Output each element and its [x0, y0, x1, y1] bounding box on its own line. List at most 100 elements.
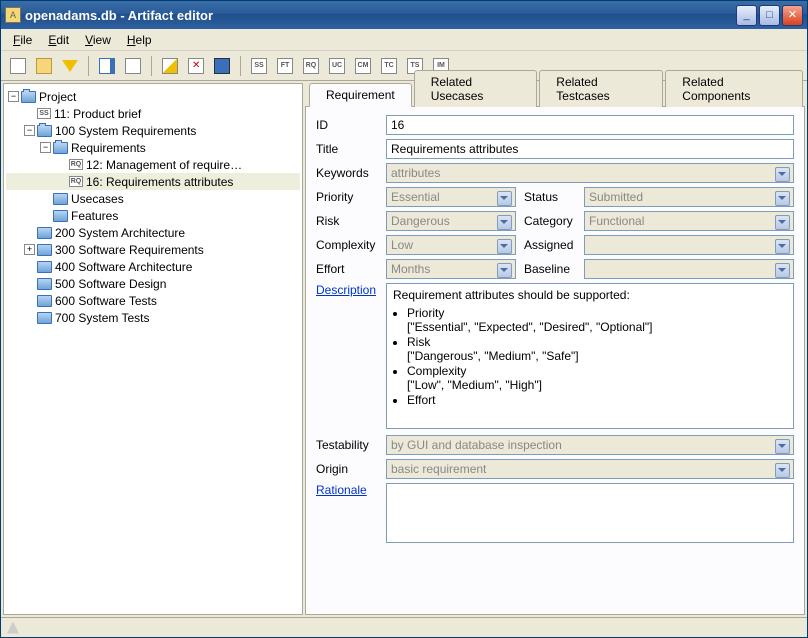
- main-area: − Project SS 11: Product brief − 100 Sys…: [1, 81, 807, 617]
- select-origin[interactable]: basic requirement: [386, 459, 794, 479]
- tree-label: Project: [39, 90, 76, 104]
- minimize-button[interactable]: _: [736, 5, 757, 26]
- tree-item[interactable]: RQ 12: Management of require…: [6, 156, 300, 173]
- tree-label: Features: [71, 209, 118, 223]
- tool-uc[interactable]: UC: [326, 55, 348, 77]
- desc-lead: Requirement attributes should be support…: [393, 288, 630, 302]
- select-category[interactable]: Functional: [584, 211, 794, 231]
- tool-doc2[interactable]: [122, 55, 144, 77]
- description-box[interactable]: Requirement attributes should be support…: [386, 283, 794, 429]
- rq-badge-icon: RQ: [69, 159, 83, 170]
- tool-open[interactable]: [33, 55, 55, 77]
- tree-item[interactable]: Usecases: [6, 190, 300, 207]
- tree-item[interactable]: 700 System Tests: [6, 309, 300, 326]
- tool-ss[interactable]: SS: [248, 55, 270, 77]
- tool-rq[interactable]: RQ: [300, 55, 322, 77]
- menu-help[interactable]: Help: [119, 31, 160, 49]
- form-body: ID Title Keywords attributes Priority Es…: [305, 107, 805, 615]
- tree-item[interactable]: 600 Software Tests: [6, 292, 300, 309]
- doc-plain-icon: [125, 58, 141, 74]
- tree-item[interactable]: 200 System Architecture: [6, 224, 300, 241]
- toolbar-sep: [88, 56, 89, 76]
- tree-panel[interactable]: − Project SS 11: Product brief − 100 Sys…: [3, 83, 303, 615]
- tree-label: 11: Product brief: [54, 107, 141, 121]
- label-keywords: Keywords: [316, 166, 386, 180]
- label-origin: Origin: [316, 462, 386, 476]
- tree-root[interactable]: − Project: [6, 88, 300, 105]
- doc-open-icon: [36, 58, 52, 74]
- tree-item[interactable]: − 100 System Requirements: [6, 122, 300, 139]
- select-value: Dangerous: [391, 214, 450, 228]
- tree-item[interactable]: 400 Software Architecture: [6, 258, 300, 275]
- input-id[interactable]: [386, 115, 794, 135]
- app-icon: A: [5, 7, 21, 23]
- folder-icon: [53, 142, 68, 154]
- ft-icon: FT: [277, 58, 293, 74]
- select-priority[interactable]: Essential: [386, 187, 516, 207]
- input-title[interactable]: [386, 139, 794, 159]
- expander-icon[interactable]: +: [24, 244, 35, 255]
- tree-item-selected[interactable]: RQ 16: Requirements attributes: [6, 173, 300, 190]
- select-status[interactable]: Submitted: [584, 187, 794, 207]
- tab-related-testcases[interactable]: Related Testcases: [539, 70, 663, 107]
- menu-edit[interactable]: Edit: [40, 31, 77, 49]
- maximize-button[interactable]: □: [759, 5, 780, 26]
- folder-icon: [37, 244, 52, 256]
- link-rationale[interactable]: Rationale: [316, 483, 386, 497]
- tool-delete[interactable]: [185, 55, 207, 77]
- menu-file[interactable]: File: [5, 31, 40, 49]
- cm-icon: CM: [355, 58, 371, 74]
- menu-view[interactable]: View: [77, 31, 119, 49]
- select-value: Essential: [391, 190, 440, 204]
- select-testability[interactable]: by GUI and database inspection: [386, 435, 794, 455]
- tree-item[interactable]: − Requirements: [6, 139, 300, 156]
- desc-item: Complexity["Low", "Medium", "High"]: [407, 364, 787, 392]
- ss-badge-icon: SS: [37, 108, 51, 119]
- delete-icon: [188, 58, 204, 74]
- link-description[interactable]: Description: [316, 283, 386, 297]
- folder-icon: [37, 227, 52, 239]
- label-risk: Risk: [316, 214, 386, 228]
- menu-bar: File Edit View Help: [1, 29, 807, 51]
- tool-cm[interactable]: CM: [352, 55, 374, 77]
- label-title: Title: [316, 142, 386, 156]
- tree-label: 16: Requirements attributes: [86, 175, 233, 189]
- toolbar-sep: [151, 56, 152, 76]
- tree-item[interactable]: Features: [6, 207, 300, 224]
- doc-blue-icon: [99, 58, 115, 74]
- tree-label: 200 System Architecture: [55, 226, 185, 240]
- select-complexity[interactable]: Low: [386, 235, 516, 255]
- tool-edit[interactable]: [159, 55, 181, 77]
- input-rationale[interactable]: [386, 483, 794, 543]
- select-risk[interactable]: Dangerous: [386, 211, 516, 231]
- folder-icon: [37, 312, 52, 324]
- tree-item[interactable]: 500 Software Design: [6, 275, 300, 292]
- tool-stamp[interactable]: [211, 55, 233, 77]
- folder-icon: [37, 125, 52, 137]
- expander-icon[interactable]: −: [40, 142, 51, 153]
- select-effort[interactable]: Months: [386, 259, 516, 279]
- select-baseline[interactable]: [584, 259, 794, 279]
- tool-ft[interactable]: FT: [274, 55, 296, 77]
- tool-new[interactable]: [7, 55, 29, 77]
- tab-related-components[interactable]: Related Components: [665, 70, 803, 107]
- select-keywords[interactable]: attributes: [386, 163, 794, 183]
- close-button[interactable]: ✕: [782, 5, 803, 26]
- tree-item[interactable]: SS 11: Product brief: [6, 105, 300, 122]
- tool-filter[interactable]: [59, 55, 81, 77]
- tree-label: 100 System Requirements: [55, 124, 196, 138]
- tool-tc[interactable]: TC: [378, 55, 400, 77]
- tab-related-usecases[interactable]: Related Usecases: [414, 70, 538, 107]
- select-assigned[interactable]: [584, 235, 794, 255]
- tree-item[interactable]: + 300 Software Requirements: [6, 241, 300, 258]
- tab-requirement[interactable]: Requirement: [309, 83, 412, 107]
- tree-label: 300 Software Requirements: [55, 243, 204, 257]
- stamp-icon: [214, 58, 230, 74]
- expander-icon[interactable]: −: [8, 91, 19, 102]
- uc-icon: UC: [329, 58, 345, 74]
- label-status: Status: [524, 190, 584, 204]
- expander-icon[interactable]: −: [24, 125, 35, 136]
- tool-doc1[interactable]: [96, 55, 118, 77]
- tab-strip: Requirement Related Usecases Related Tes…: [305, 83, 805, 107]
- ss-icon: SS: [251, 58, 267, 74]
